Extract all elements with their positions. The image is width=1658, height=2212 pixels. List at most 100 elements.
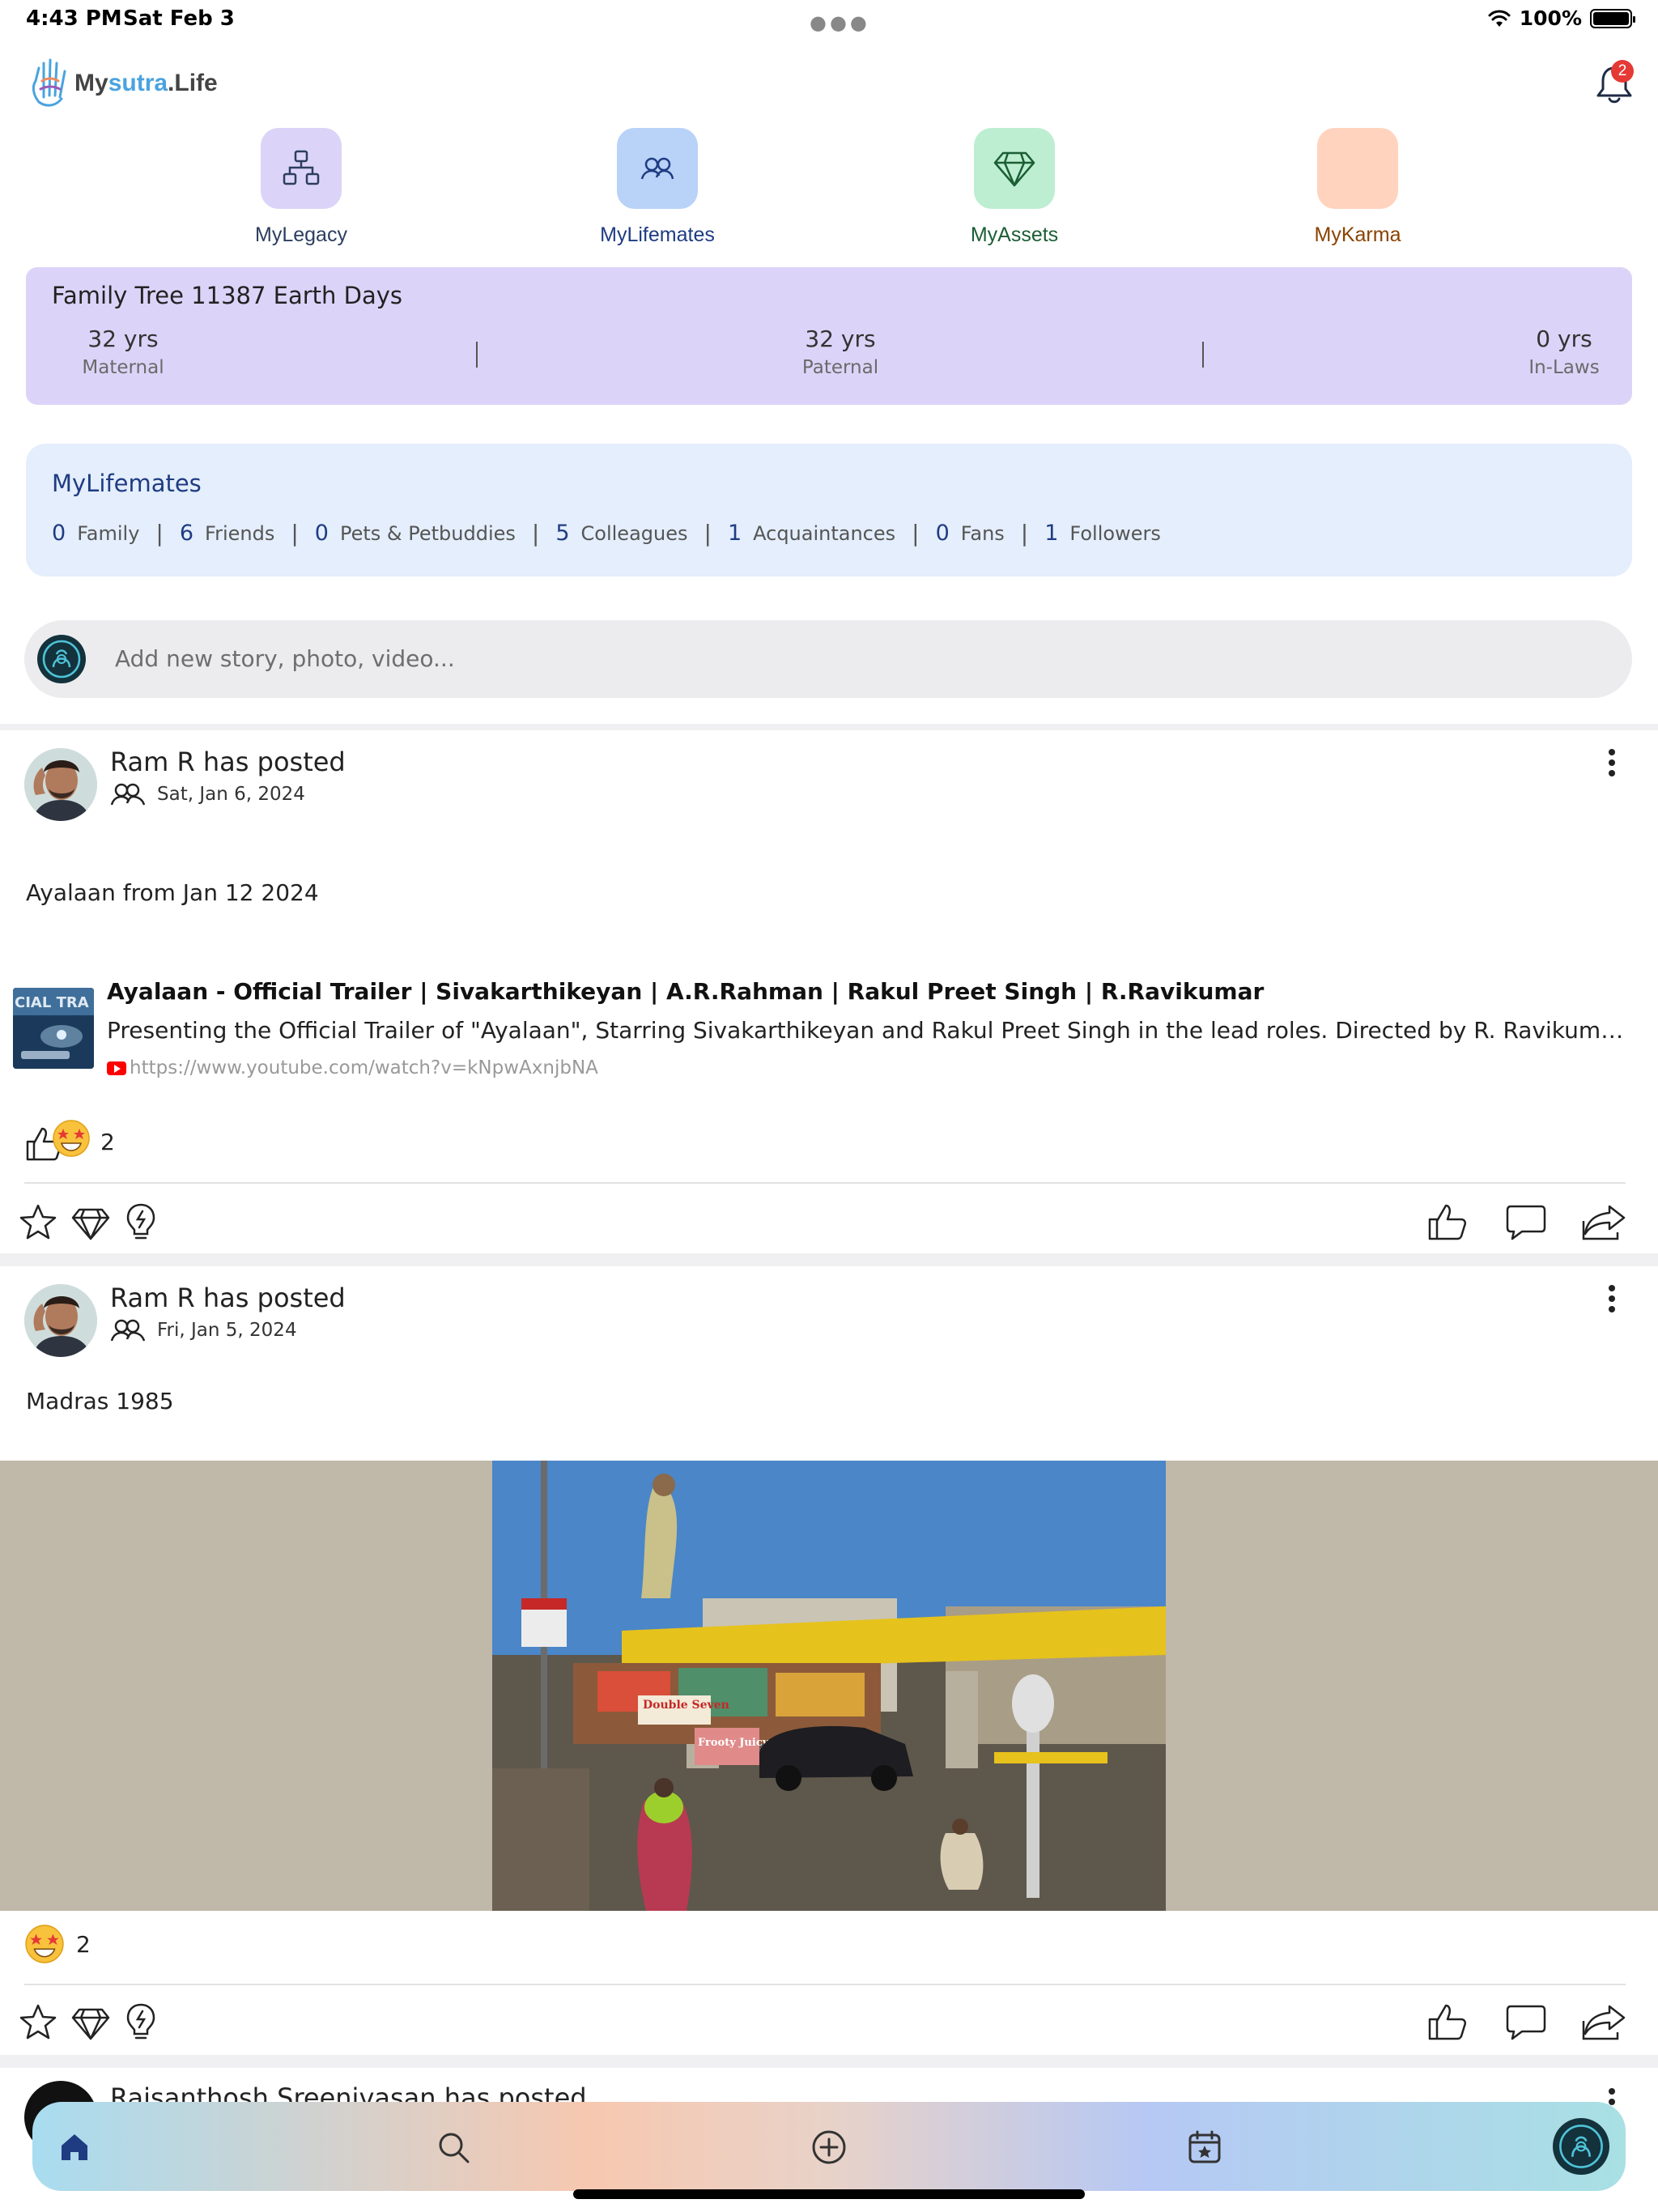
lifemates-group-family[interactable]: 0 Family bbox=[52, 521, 139, 546]
post-date: Sat, Jan 6, 2024 bbox=[157, 784, 305, 805]
more-options-icon[interactable] bbox=[1600, 747, 1624, 779]
nav-tile-myassets[interactable]: MyAssets bbox=[917, 128, 1112, 247]
tab-home[interactable] bbox=[52, 2125, 97, 2170]
nav-tile-label: MyKarma bbox=[1314, 223, 1401, 246]
group-separator: | bbox=[155, 520, 164, 547]
status-date: Sat Feb 3 bbox=[123, 6, 235, 31]
battery-icon bbox=[1590, 8, 1635, 28]
nav-tile-mylifemates[interactable]: MyLifemates bbox=[560, 128, 755, 247]
section-divider bbox=[0, 724, 1658, 730]
post-photo[interactable]: Double Seven Frooty Juicy bbox=[492, 1461, 1166, 1911]
user-avatar[interactable] bbox=[37, 635, 86, 683]
tile-box-mylegacy bbox=[261, 128, 342, 209]
post-author[interactable]: Ram R has posted bbox=[110, 747, 346, 777]
bottom-tab-bar bbox=[32, 2102, 1626, 2191]
tab-profile[interactable] bbox=[1553, 2118, 1609, 2175]
profile-avatar-icon bbox=[42, 640, 81, 678]
lifemates-group-pets[interactable]: 0 Pets & Petbuddies bbox=[315, 521, 516, 546]
lightbulb-icon[interactable] bbox=[125, 2001, 157, 2042]
hierarchy-icon bbox=[283, 150, 320, 185]
multitasking-dots-icon[interactable]: ●●● bbox=[810, 11, 870, 34]
profile-avatar-icon bbox=[1559, 2125, 1603, 2168]
group-separator: | bbox=[291, 520, 299, 547]
person-photo bbox=[24, 1284, 97, 1357]
diamond-icon[interactable] bbox=[70, 1206, 112, 1242]
people-icon bbox=[110, 783, 146, 806]
svg-text:Double Seven: Double Seven bbox=[643, 1699, 729, 1712]
author-avatar[interactable] bbox=[24, 748, 97, 821]
app-logo[interactable]: Mysutra.Life bbox=[28, 57, 218, 110]
comment-icon[interactable] bbox=[1504, 2003, 1548, 2042]
street-scene-photo: Double Seven Frooty Juicy bbox=[492, 1461, 1166, 1911]
lifemates-group-followers[interactable]: 1 Followers bbox=[1044, 521, 1161, 546]
tab-create[interactable] bbox=[806, 2125, 852, 2170]
star-icon[interactable] bbox=[18, 1203, 58, 1242]
lifemates-card[interactable]: MyLifemates 0 Family | 6 Friends | 0 Pets &… bbox=[26, 444, 1632, 576]
diamond-icon bbox=[993, 151, 1035, 187]
family-tree-title: Family Tree 11387 Earth Days bbox=[52, 282, 403, 309]
link-thumbnail: CIAL TRA bbox=[13, 988, 94, 1069]
status-bar: 4:43 PM Sat Feb 3 ●●● 100% bbox=[0, 0, 1658, 39]
star-struck-emoji-icon bbox=[53, 1120, 90, 1157]
reaction-count: 2 bbox=[76, 1930, 91, 1958]
author-avatar[interactable] bbox=[24, 1284, 97, 1357]
family-stat-inlaws[interactable]: 0 yrs In-Laws bbox=[1483, 325, 1645, 378]
nav-tile-mykarma[interactable]: MyKarma bbox=[1261, 128, 1455, 247]
section-divider bbox=[0, 2055, 1658, 2068]
wifi-icon bbox=[1488, 10, 1511, 27]
lifemates-group-friends[interactable]: 6 Friends bbox=[180, 521, 275, 546]
share-icon[interactable] bbox=[1580, 1202, 1627, 1242]
link-url[interactable]: https://www.youtube.com/watch?v=kNpwAxnj… bbox=[107, 1057, 598, 1078]
logo-wordmark: Mysutra.Life bbox=[74, 70, 218, 96]
stat-separator bbox=[1202, 342, 1204, 368]
reaction-summary[interactable]: 2 bbox=[24, 1924, 91, 1964]
family-tree-card[interactable]: Family Tree 11387 Earth Days 32 yrs Mate… bbox=[26, 267, 1632, 405]
hand-logo-icon bbox=[32, 58, 66, 107]
post-author[interactable]: Ram R has posted bbox=[110, 1283, 346, 1313]
family-stat-maternal[interactable]: 32 yrs Maternal bbox=[42, 325, 204, 378]
nav-tile-mylegacy[interactable]: MyLegacy bbox=[204, 128, 398, 247]
group-separator: | bbox=[1020, 520, 1029, 547]
comment-icon[interactable] bbox=[1504, 1203, 1548, 1242]
star-icon[interactable] bbox=[18, 2003, 58, 2042]
lightbulb-icon[interactable] bbox=[125, 1202, 157, 1242]
reaction-summary[interactable]: 2 bbox=[24, 1119, 115, 1164]
lifemates-groups: 0 Family | 6 Friends | 0 Pets & Petbuddies … bbox=[52, 520, 1161, 547]
family-stat-paternal[interactable]: 32 yrs Paternal bbox=[759, 325, 921, 378]
reaction-icons bbox=[24, 1119, 90, 1164]
share-icon[interactable] bbox=[1580, 2001, 1627, 2042]
youtube-icon bbox=[107, 1061, 126, 1075]
post-divider bbox=[24, 1182, 1626, 1184]
calendar-star-icon bbox=[1188, 2130, 1221, 2163]
more-options-icon[interactable] bbox=[1600, 1283, 1624, 1315]
lifemates-group-acquaintances[interactable]: 1 Acquaintances bbox=[728, 521, 895, 546]
people-icon bbox=[110, 1319, 146, 1342]
people-icon bbox=[640, 157, 674, 180]
add-circle-icon bbox=[812, 2130, 846, 2164]
post-composer[interactable] bbox=[24, 620, 1632, 698]
reaction-count: 2 bbox=[100, 1128, 115, 1155]
post-divider bbox=[24, 1984, 1626, 1985]
tab-search[interactable] bbox=[431, 2125, 476, 2170]
home-indicator bbox=[573, 2189, 1085, 2199]
status-indicators: 100% bbox=[1487, 6, 1635, 30]
group-separator: | bbox=[912, 520, 920, 547]
lifemates-group-fans[interactable]: 0 Fans bbox=[936, 521, 1005, 546]
tab-events[interactable] bbox=[1182, 2125, 1227, 2170]
tile-box-mykarma bbox=[1317, 128, 1398, 209]
diamond-icon[interactable] bbox=[70, 2006, 112, 2042]
link-preview[interactable]: CIAL TRA Ayalaan - Official Trailer | Si… bbox=[0, 972, 1658, 1078]
group-separator: | bbox=[704, 520, 712, 547]
like-button-icon[interactable] bbox=[1426, 2001, 1469, 2042]
post-meta: Sat, Jan 6, 2024 bbox=[110, 782, 305, 806]
post-meta: Fri, Jan 5, 2024 bbox=[110, 1318, 297, 1342]
home-icon bbox=[62, 2134, 87, 2160]
lifemates-group-colleagues[interactable]: 5 Colleagues bbox=[555, 521, 687, 546]
nav-tile-label: MyLegacy bbox=[255, 223, 347, 246]
nav-tile-label: MyAssets bbox=[970, 223, 1059, 246]
like-button-icon[interactable] bbox=[1426, 1202, 1469, 1242]
composer-input[interactable] bbox=[115, 638, 1086, 678]
battery-percent: 100% bbox=[1519, 6, 1582, 30]
link-description: Presenting the Official Trailer of "Ayal… bbox=[107, 1017, 1629, 1044]
link-title[interactable]: Ayalaan - Official Trailer | Sivakarthik… bbox=[107, 978, 1264, 1005]
